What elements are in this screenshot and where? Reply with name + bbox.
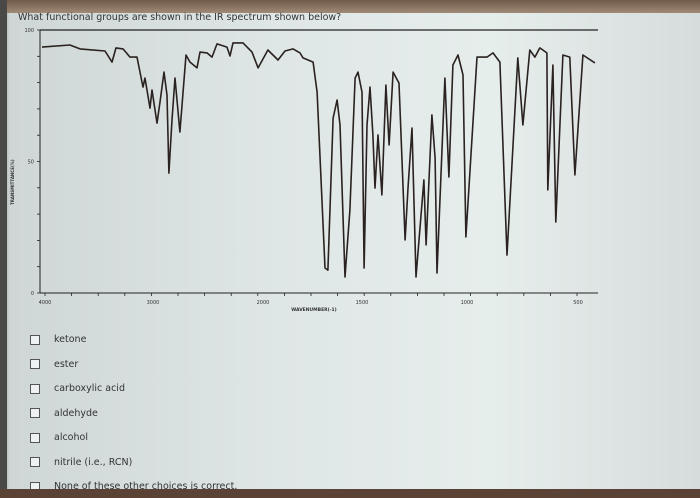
checkbox[interactable] — [30, 334, 40, 345]
option-label: alcohol — [54, 432, 88, 443]
checkbox[interactable] — [30, 383, 40, 394]
answer-option[interactable]: nitrile (i.e., RCN) — [30, 457, 132, 468]
checkbox[interactable] — [30, 432, 40, 443]
screen-bottom-edge — [0, 489, 700, 498]
x-tick-label: 2000 — [257, 300, 270, 306]
answer-option[interactable]: ketone — [30, 334, 86, 345]
option-label: aldehyde — [54, 407, 98, 419]
y-tick-label: 50 — [28, 160, 34, 166]
y-axis-label: TRANSMITTANCE(%) — [10, 159, 15, 205]
answer-option[interactable]: ester — [30, 359, 78, 370]
chart-axes — [37, 29, 598, 296]
checkbox[interactable] — [30, 359, 40, 369]
spectrum-line — [41, 42, 596, 278]
ir-spectrum-chart: 4000 3000 2000 1500 1000 500100500 TRANSMITTA… — [10, 28, 598, 313]
option-label: carboxylic acid — [54, 383, 125, 394]
x-tick-label: 500 — [573, 300, 583, 306]
option-label: nitrile (i.e., RCN) — [54, 456, 133, 468]
x-tick-label: 1000 — [461, 300, 474, 306]
x-axis-label: WAVENUMBER(-1) — [291, 307, 336, 313]
checkbox[interactable] — [30, 457, 40, 467]
checkbox[interactable] — [30, 408, 40, 418]
option-label: ester — [54, 358, 79, 370]
x-tick-label: 3000 — [147, 300, 160, 306]
option-label: ketone — [54, 334, 87, 345]
y-tick-label: 100 — [24, 28, 34, 34]
answer-option[interactable]: aldehyde — [30, 408, 98, 419]
answer-option[interactable]: carboxylic acid — [30, 383, 125, 394]
x-tick-label: 1500 — [356, 300, 369, 306]
x-tick-label: 4000 — [39, 300, 52, 306]
answer-option[interactable]: alcohol — [30, 432, 88, 443]
y-tick-label: 0 — [31, 291, 34, 297]
